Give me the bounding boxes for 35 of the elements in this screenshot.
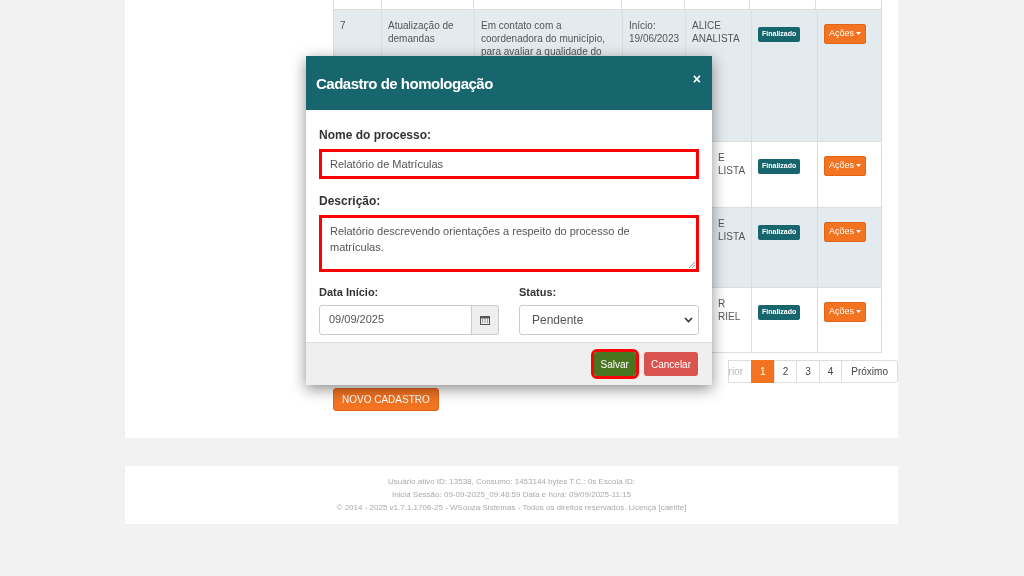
- date-text: Início: 19/06/2023: [629, 19, 680, 45]
- page-link[interactable]: 2: [773, 360, 798, 383]
- caret-icon: [856, 230, 861, 234]
- responsible-name: E LISTA: [718, 217, 746, 243]
- footer-text: Inicia Sessão: 09-09-2025_09:48:59 Data e hora: 09/09/2025-11:15: [391, 490, 632, 500]
- description-field[interactable]: Relatório descrevendo orientações a respeito do processo de matrículas.: [319, 215, 699, 272]
- field-label: Nome do processo:: [319, 127, 433, 144]
- field-label: Status:: [519, 285, 558, 300]
- save-button[interactable]: Salvar: [593, 352, 636, 376]
- resize-handle-icon[interactable]: [689, 262, 695, 268]
- description-text: Em contato com a coordenadora do município, para avaliar a qualidade do: [481, 19, 605, 58]
- status-select[interactable]: Pendente: [519, 304, 699, 335]
- modal-title: Cadastro de homologação: [316, 74, 493, 95]
- row-number: 7: [340, 19, 346, 32]
- footer-text: © 2014 - 2025 v1.7.1.1706-25 - WSouza Sistemas - Todos os direitos reservados. Licença [caetite]: [336, 503, 687, 513]
- process-title: Atualização de demandas: [388, 19, 454, 45]
- responsible-name: E LISTA: [718, 151, 746, 177]
- field-label: Data Início:: [319, 285, 380, 300]
- responsible-name: R RIEL: [718, 297, 741, 323]
- caret-icon: [856, 310, 861, 314]
- page-link[interactable]: 4: [818, 360, 843, 383]
- responsible-name: ALICE ANALISTA: [692, 19, 740, 45]
- calendar-button[interactable]: [472, 304, 499, 335]
- start-date-field[interactable]: 09/09/2025: [319, 304, 472, 335]
- close-button[interactable]: ×: [692, 72, 701, 86]
- cancel-button[interactable]: Cancelar: [643, 352, 698, 376]
- page-link[interactable]: 3: [796, 360, 820, 383]
- page-link[interactable]: Próximo: [841, 360, 898, 383]
- field-label: Descrição:: [319, 193, 382, 210]
- calendar-icon: [480, 314, 490, 325]
- caret-icon: [856, 32, 861, 36]
- chevron-down-icon: [684, 316, 693, 323]
- footer-text: Usuário ativo ID: 13538, Consumo: 1453144 bytes T.C.: 0s Escola ID:: [387, 477, 636, 487]
- process-name-field[interactable]: Relatório de Matrículas: [319, 149, 699, 179]
- caret-icon: [856, 164, 861, 168]
